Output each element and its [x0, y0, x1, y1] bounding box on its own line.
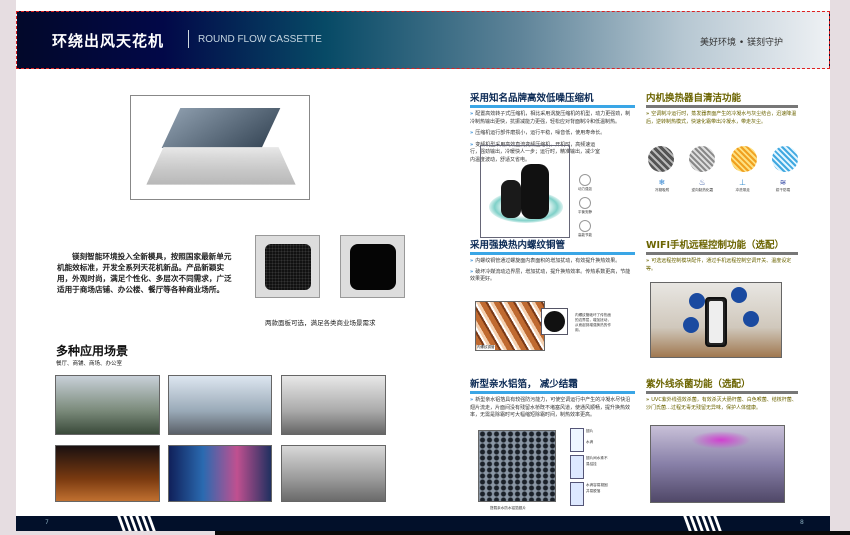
slogan: 美好环境 • 镁刻守护	[700, 38, 784, 48]
scene-photo-restaurant	[55, 445, 160, 502]
paragraph: 破坏冷媒流动边界层，增加扰动，提升换热效率。传热系数更高，节能效果更好。	[470, 268, 631, 283]
divider	[188, 30, 189, 48]
scenes-subtitle: 餐厅、商铺、商场、办公室	[56, 361, 123, 367]
section-title: WIFI手机远程控制功能（选配）	[646, 240, 785, 251]
scenes-title: 多种应用场景	[56, 344, 129, 358]
section-title: 内机换热器自清洁功能	[646, 93, 742, 104]
section-copper: 采用强换热内螺纹铜管 » 内螺纹铜管通过螺旋面内表面积的增加扰动，有效提升换热效果…	[470, 237, 635, 284]
page-number-left: 7	[45, 519, 49, 526]
foil-diagram: 翅片水滴 翅片间水珠不易结挂 水滴容易凝固并易脱落	[570, 428, 615, 506]
arrow-icon: »	[470, 141, 474, 148]
arrow-icon: »	[646, 111, 650, 117]
panel-option-grid	[255, 235, 320, 298]
scene-photo-office	[168, 375, 272, 435]
dry-step-image	[771, 146, 798, 172]
arrow-icon: »	[470, 130, 474, 136]
arrow-icon: »	[470, 268, 474, 275]
section-self-clean: 内机换热器自清洁功能 » 空调制冷运行时，蒸发器表面产生的冷凝水与灰尘结合，迅速降…	[646, 90, 798, 126]
quiet-icon	[579, 197, 591, 209]
bottom-bar	[215, 531, 850, 535]
page-number-right: 8	[800, 519, 804, 526]
intro-paragraph: 镁刻智能环境投入全新模具，按照国家最新单元机能效标准，开发全系列天花机新品。产品…	[57, 252, 232, 294]
title-underline	[470, 105, 635, 108]
diagram-label: 翅片	[586, 429, 594, 433]
scene-photo-building	[55, 375, 160, 435]
panel-caption: 两款面板可选，满足各类商业场景需求	[265, 319, 376, 327]
diagram-label: 翅片间水珠不易结挂	[586, 456, 608, 466]
section-wifi: WIFI手机远程控制功能（选配） » 可选远程控制模块配件，通过手机远程控制空调开…	[646, 237, 798, 273]
section-title: 采用知名品牌高效低噪压缩机	[470, 93, 594, 104]
diagram-label: 水滴容易凝固并易脱落	[586, 483, 608, 493]
title-underline	[646, 391, 798, 394]
section-uv: 紫外线杀菌功能（选配） » UVC紫外线强效杀菌，有效杀灭大肠杆菌、白色喉菌、结核…	[646, 376, 798, 412]
paragraph: 空调制冷运行时，蒸发器表面产生的冷凝水与灰尘结合，迅速降温后，逆转制热模式，快速…	[646, 111, 797, 125]
icon-label: 动力强劲	[578, 187, 592, 191]
aluminum-foil-image	[478, 430, 556, 502]
snowflake-icon: ❄	[658, 178, 666, 187]
water-icon: ⊥	[739, 178, 747, 187]
footer-stripes-left	[117, 516, 156, 531]
title-underline	[646, 252, 798, 255]
tube-note: 内螺纹管破坏了传热面的边界层，增加扰动，从而起到增强换热的作用。	[575, 313, 611, 332]
diagram-label: 水滴	[586, 440, 594, 444]
section-title: 新型亲水铝箔， 减少结霜	[470, 379, 578, 390]
arrow-icon: »	[470, 258, 474, 264]
paragraph: UVC紫外线强效杀菌，有效杀灭大肠杆菌、白色喉菌、结核杆菌、沙门氏菌…过程无毒无…	[646, 397, 797, 411]
arrow-icon: »	[470, 397, 474, 403]
uv-sterilization-image	[650, 425, 785, 503]
self-clean-steps	[648, 146, 798, 172]
arrow-icon: »	[646, 258, 650, 264]
tube-cross-section	[541, 308, 568, 335]
product-image	[130, 95, 310, 200]
dry-icon: ≋	[779, 178, 787, 187]
page-subtitle: ROUND FLOW CASSETTE	[198, 34, 322, 45]
defrost-step-image	[689, 146, 716, 172]
energy-icon	[579, 220, 591, 232]
page-title: 环绕出风天花机	[52, 32, 165, 50]
scene-photo-shop	[168, 445, 272, 502]
wifi-phone-image	[650, 282, 782, 358]
section-title: 采用强换热内螺纹铜管	[470, 240, 566, 251]
panel-option-flat	[340, 235, 405, 298]
paragraph: 可选远程控制模块配件，通过手机远程控制空调开关、温度设定等。	[646, 258, 792, 272]
paragraph: 压缩机运行部件磨损小，运行平稳，噪音低，使用寿命长。	[475, 130, 606, 136]
title-underline	[470, 252, 635, 255]
step-label: 冷凝吸附	[654, 188, 670, 192]
step-label: 烘干防霉	[775, 188, 791, 192]
scene-photo-meeting	[281, 445, 386, 502]
step-label: 逆向制热化霜	[691, 188, 714, 192]
icon-label: 平衡安静	[578, 210, 592, 214]
arrow-icon: »	[470, 111, 474, 117]
compressor-image	[480, 145, 570, 238]
arrow-icon: »	[646, 397, 650, 403]
title-underline	[646, 105, 798, 108]
paragraph: 配置高效转子式压缩机，相比采用涡旋压缩机的机型，动力更强劲，制冷制热输出更快，抗…	[470, 111, 631, 125]
scene-photo-lobby	[281, 375, 386, 435]
footer-stripes-right	[683, 516, 722, 531]
frost-step-image	[648, 146, 674, 172]
heat-icon: ♨	[698, 178, 706, 187]
paragraph: 新型亲水铝箔具有较强防污能力，可使空调运行中产生的冷凝水尽快沿翅片流走，片面间没…	[470, 397, 631, 418]
section-title: 紫外线杀菌功能（选配）	[646, 379, 751, 390]
paragraph: 内螺纹铜管通过螺旋面内表面积的增加扰动，有效提升换热效果。	[475, 258, 621, 264]
section-foil: 新型亲水铝箔， 减少结霜 » 新型亲水铝箔具有较强防污能力，可使空调运行中产生的冷…	[470, 376, 635, 420]
foil-caption: 搭载亲水防水铝箔翅片	[490, 506, 526, 510]
title-underline	[470, 391, 635, 394]
image-label: 内螺纹铜管	[477, 345, 495, 350]
copper-tube-image: 内螺纹铜管	[475, 301, 545, 351]
compressor-feature-icons: 动力强劲 平衡安静 高能节能	[575, 174, 595, 238]
step-label: 冲洗带走	[735, 188, 750, 192]
self-clean-labels: ❄ 冷凝吸附 ♨ 逆向制热化霜 ⊥ 冲洗带走 ≋ 烘干防霉	[645, 178, 800, 193]
flush-step-image	[730, 146, 757, 172]
power-icon	[579, 174, 591, 186]
